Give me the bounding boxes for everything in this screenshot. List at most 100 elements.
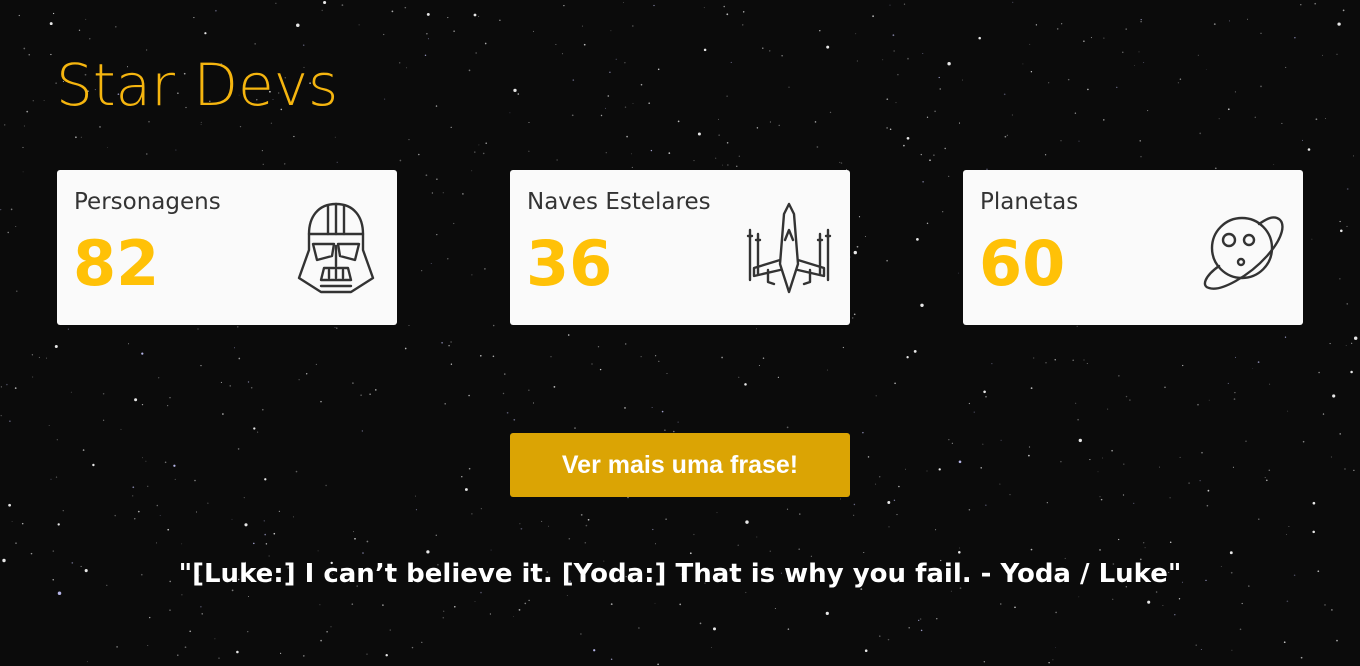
star: [56, 439, 58, 441]
star: [1033, 357, 1035, 359]
star: [599, 368, 602, 371]
star: [572, 79, 575, 81]
star: [897, 73, 899, 76]
star: [492, 324, 495, 327]
star: [149, 616, 151, 619]
star: [1138, 51, 1140, 53]
star: [879, 635, 881, 637]
star: [1301, 139, 1303, 141]
star: [842, 346, 845, 349]
star: [1067, 78, 1070, 81]
star: [756, 127, 759, 129]
star: [623, 2, 625, 3]
star: [853, 250, 857, 255]
star: [435, 534, 437, 536]
star: [615, 58, 617, 60]
star: [816, 146, 819, 148]
star: [528, 389, 530, 391]
star: [769, 50, 771, 52]
star: [1336, 639, 1338, 642]
star: [518, 609, 521, 611]
star: [1083, 40, 1085, 43]
star: [1074, 112, 1077, 114]
star: [478, 15, 480, 17]
star: [6, 383, 8, 386]
star: [985, 395, 987, 398]
star: [78, 29, 81, 31]
star: [200, 364, 202, 367]
star: [983, 661, 985, 663]
star: [864, 649, 868, 652]
star: [561, 53, 564, 55]
star: [1332, 394, 1336, 398]
star: [1055, 647, 1056, 648]
star: [54, 345, 58, 348]
star: [730, 61, 732, 63]
star: [624, 106, 627, 108]
star: [1345, 345, 1347, 346]
star: [425, 174, 428, 177]
star: [404, 6, 407, 9]
star: [716, 512, 718, 514]
star: [1288, 526, 1290, 528]
star: [1076, 325, 1078, 327]
star: [983, 390, 986, 394]
star: [238, 357, 241, 360]
star: [677, 421, 679, 423]
star: [905, 468, 906, 470]
star: [777, 376, 780, 378]
star: [1000, 439, 1002, 441]
star: [4, 124, 6, 126]
star: [1287, 410, 1289, 412]
star: [262, 163, 264, 165]
star: [418, 153, 420, 156]
star: [443, 610, 445, 612]
star: [99, 126, 101, 128]
star: [189, 630, 192, 633]
star: [947, 61, 951, 66]
star: [444, 403, 446, 405]
star: [1147, 110, 1149, 112]
star: [799, 513, 801, 515]
star: [247, 631, 249, 633]
star: [448, 344, 450, 347]
star: [717, 118, 719, 120]
star: [1072, 359, 1074, 361]
star: [1055, 611, 1057, 614]
star: [320, 400, 322, 403]
star: [756, 536, 758, 538]
star: [585, 524, 588, 527]
star: [237, 326, 239, 328]
star: [726, 142, 729, 144]
star: [1205, 68, 1207, 70]
star: [774, 607, 776, 610]
star: [1330, 456, 1332, 458]
star: [1086, 362, 1088, 365]
star: [867, 456, 870, 458]
star: [16, 290, 18, 292]
star: [524, 602, 527, 605]
star: [1307, 148, 1311, 151]
star: [302, 655, 305, 657]
star: [713, 627, 716, 631]
star: [755, 328, 757, 330]
star: [461, 476, 463, 478]
star: [1048, 82, 1050, 84]
star: [321, 9, 323, 12]
star: [666, 372, 668, 375]
star: [159, 515, 161, 516]
star: [148, 120, 150, 123]
star: [745, 520, 749, 524]
star: [742, 11, 745, 13]
star: [913, 349, 917, 353]
more-quote-button[interactable]: Ver mais uma frase!: [510, 433, 850, 497]
star: [1350, 370, 1353, 374]
star: [610, 603, 613, 605]
star: [609, 71, 611, 74]
star: [968, 509, 971, 511]
star: [916, 238, 919, 241]
star: [1269, 383, 1271, 385]
star: [726, 13, 729, 16]
star: [253, 427, 256, 430]
star: [354, 537, 356, 540]
